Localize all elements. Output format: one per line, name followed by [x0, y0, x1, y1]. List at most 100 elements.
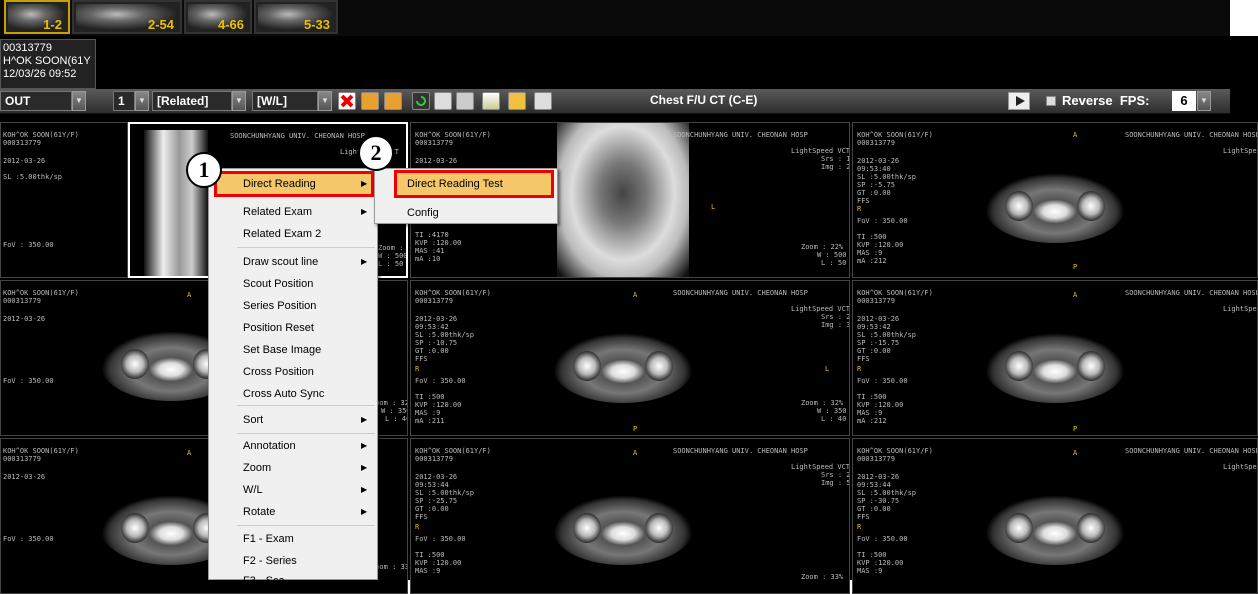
overlay-id: 000313779 [3, 455, 41, 463]
overlay-patient: KOH^OK SOON(61Y/F) [857, 289, 933, 297]
orientation-r: R [415, 365, 420, 373]
overlay-ti: TI :500 [857, 233, 887, 241]
related-dropdown-arrow[interactable]: ▼ [232, 91, 246, 111]
menu-item-direct-reading-highlight[interactable]: Direct Reading ▶ [214, 171, 374, 197]
patient-info-panel: 00313779 H^OK SOON(61Y 12/03/26 09:52 [0, 39, 96, 89]
overlay-sp: SP :-30.75 [857, 497, 900, 505]
overlay-series: Srs : 2 [821, 313, 850, 321]
overlay-slice: SL :5.00thk/sp [857, 331, 917, 339]
overlay-sp: SP :-10.75 [415, 339, 458, 347]
menu-item-cross-auto-sync[interactable]: Cross Auto Sync [243, 388, 324, 400]
orientation-p: P [1073, 425, 1078, 433]
menu-item-set-base-image[interactable]: Set Base Image [243, 344, 321, 356]
overlay-id: 000313779 [3, 297, 41, 305]
overlay-slice: SL :5.00thk/sp [415, 489, 475, 497]
reverse-checkbox[interactable] [1046, 96, 1056, 106]
orientation-a: A [1073, 131, 1078, 139]
overlay-date: 2012-03-26 [415, 315, 458, 323]
grid-icon[interactable] [482, 92, 500, 110]
orientation-r: R [857, 205, 862, 213]
overlay-device: LightSpeed VCT [791, 147, 850, 155]
image-cell-ct[interactable]: KOH^OK SOON(61Y/F) 000313779 2012-03-26 … [852, 122, 1258, 278]
menu-item-wl[interactable]: W/L [243, 484, 263, 496]
overlay-kvp: KVP :120.00 [415, 559, 462, 567]
menu-item-related-exam-2[interactable]: Related Exam 2 [243, 228, 321, 240]
chest-frontal-image [557, 123, 689, 277]
overlay-mas: MAS :9 [857, 409, 883, 417]
delete-icon[interactable] [338, 92, 356, 110]
menu-item-draw-scout-line[interactable]: Draw scout line [243, 256, 318, 268]
series-thumbnail[interactable]: 2-54 [72, 0, 182, 34]
play-button[interactable] [1008, 92, 1030, 110]
layout-dropdown-arrow[interactable]: ▼ [72, 91, 86, 111]
menu-separator [237, 433, 375, 434]
orientation-a: A [187, 449, 192, 457]
overlay-date: 2012-03-26 [415, 157, 458, 165]
menu-item-related-exam[interactable]: Related Exam [243, 206, 312, 218]
overlay-device: LightSpeed VCT [1223, 463, 1257, 471]
overlay-patient: KOH^OK SOON(61Y/F) [3, 131, 79, 139]
image-cell-ct[interactable]: KOH^OK SOON(61Y/F) 000313779 2012-03-26 … [852, 280, 1258, 436]
overlay-slice: SL :5.00thk/sp [857, 173, 917, 181]
copy-icon[interactable] [361, 92, 379, 110]
window-level-dropdown-arrow[interactable]: ▼ [318, 91, 332, 111]
series-thumbnail[interactable]: 1-2 [4, 0, 70, 34]
report-icon[interactable] [508, 92, 526, 110]
ct-slice-image [985, 333, 1125, 403]
menu-item-series-position[interactable]: Series Position [243, 300, 316, 312]
image-cell-ct[interactable]: KOH^OK SOON(61Y/F) 000313779 2012-03-26 … [852, 438, 1258, 594]
overlay-gt: GT :0.00 [857, 347, 891, 355]
overlay-patient: KOH^OK SOON(61Y/F) [857, 131, 933, 139]
menu-item-rotate[interactable]: Rotate [243, 506, 275, 518]
export-icon[interactable] [534, 92, 552, 110]
submenu-item-config[interactable]: Config [407, 207, 439, 219]
overlay-kvp: KVP :120.00 [415, 239, 462, 247]
orientation-l: L [711, 203, 716, 211]
overlay-hospital: SOONCHUNHYANG UNIV. CHEONAN HOSP [1125, 131, 1258, 139]
menu-item-cross-position[interactable]: Cross Position [243, 366, 314, 378]
overlay-zoom: Zoom : 22% [378, 244, 404, 252]
menu-item-f2-series[interactable]: F2 - Series [243, 555, 297, 567]
reverse-fps-labels: Reverse FPS: [1062, 93, 1149, 108]
image-cell-partial[interactable]: KOH^OK SOON(61Y/F) 000313779 2012-03-26 … [0, 122, 128, 278]
overlay-ma: mA :211 [415, 417, 445, 425]
menu-item-scout-position[interactable]: Scout Position [243, 278, 313, 290]
save-icon[interactable] [434, 92, 452, 110]
fps-input[interactable]: 6 [1172, 91, 1196, 111]
overlay-id: 000313779 [857, 455, 895, 463]
overlay-date: 2012-03-26 [3, 157, 46, 165]
layout-select[interactable]: OUT [0, 91, 72, 111]
series-thumbnail[interactable]: 4-66 [184, 0, 252, 34]
print-icon[interactable] [456, 92, 474, 110]
image-cell-ct[interactable]: KOH^OK SOON(61Y/F) 000313779 2012-03-26 … [410, 280, 850, 436]
related-select[interactable]: [Related] [152, 91, 232, 111]
image-cell-ct[interactable]: KOH^OK SOON(61Y/F) 000313779 2012-03-26 … [410, 438, 850, 594]
paste-icon[interactable] [384, 92, 402, 110]
overlay-ffs: FFS [415, 355, 428, 363]
series-thumbnail[interactable]: 5-33 [254, 0, 338, 34]
overlay-slice: SL :5.00thk/sp [857, 489, 917, 497]
menu-item-f3-scan[interactable]: F3 - Sca [243, 575, 285, 587]
orientation-p: P [1073, 263, 1078, 271]
series-dropdown-arrow[interactable]: ▼ [135, 91, 149, 111]
series-select[interactable]: 1 [113, 91, 135, 111]
menu-item-zoom[interactable]: Zoom [243, 462, 271, 474]
overlay-zoom: Zoom : 32% [801, 399, 844, 407]
overlay-kvp: KVP :120.00 [415, 401, 462, 409]
menu-item-position-reset[interactable]: Position Reset [243, 322, 314, 334]
overlay-ti: TI :500 [857, 551, 887, 559]
undo-icon[interactable] [412, 92, 430, 110]
menu-item-f1-exam[interactable]: F1 - Exam [243, 533, 294, 545]
overlay-date: 2012-03-26 [857, 157, 900, 165]
overlay-device: LightSpeed VCT [791, 305, 850, 313]
overlay-mas: MAS :9 [415, 567, 441, 575]
overlay-mas: MAS :9 [415, 409, 441, 417]
submenu-arrow-icon: ▶ [361, 179, 368, 188]
submenu-item-direct-reading-test[interactable]: Direct Reading Test [394, 170, 554, 198]
overlay-device: LightSpeed VCT [1223, 147, 1257, 155]
menu-item-annotation[interactable]: Annotation [243, 440, 296, 452]
window-level-select[interactable]: [W/L] [252, 91, 318, 111]
menu-item-sort[interactable]: Sort [243, 414, 263, 426]
overlay-fov: FoV : 350.00 [415, 535, 466, 543]
fps-dropdown-arrow[interactable]: ▼ [1197, 91, 1211, 111]
